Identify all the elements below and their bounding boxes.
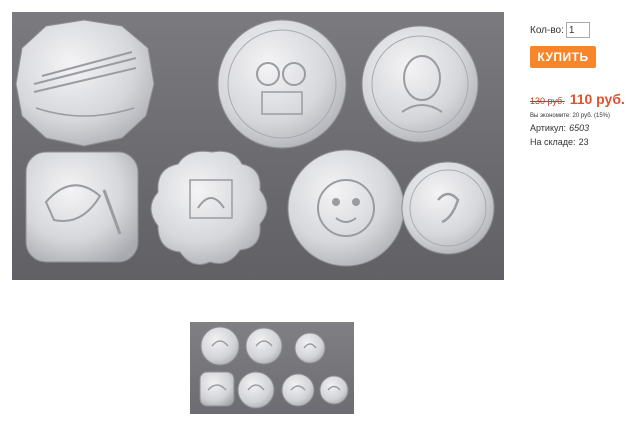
stock-label: На складе:	[530, 137, 576, 147]
product-thumbnail[interactable]	[190, 322, 354, 414]
stock-row: На складе: 23	[530, 137, 638, 147]
product-main-photo[interactable]	[12, 12, 504, 280]
old-price: 130 руб.	[530, 96, 565, 106]
coin-round-small	[401, 161, 495, 255]
stock-value: 23	[578, 137, 589, 147]
coin-scalloped-large	[15, 19, 155, 147]
savings-text: Вы экономите: 20 руб. (15%)	[530, 113, 611, 119]
new-price: 110 руб.	[569, 91, 625, 107]
product-info-panel: Кол-во: КУПИТЬ 130 руб. 110 руб. Вы экон…	[530, 22, 638, 147]
coin-scalloped-flower	[150, 150, 268, 265]
quantity-label: Кол-во:	[530, 24, 564, 36]
article-label: Артикул:	[530, 123, 567, 133]
article-row: Артикул: 6503	[530, 123, 638, 133]
coin-round-tiger	[287, 149, 405, 267]
buy-button[interactable]: КУПИТЬ	[530, 46, 596, 68]
article-value: 6503	[569, 123, 590, 133]
coin-round-portrait	[361, 25, 479, 143]
coin-round-two-portraits	[217, 19, 347, 149]
quantity-row: Кол-во:	[530, 22, 638, 38]
coin-square	[25, 151, 139, 263]
quantity-input[interactable]	[565, 22, 590, 38]
price-row: 130 руб. 110 руб.	[530, 91, 638, 107]
